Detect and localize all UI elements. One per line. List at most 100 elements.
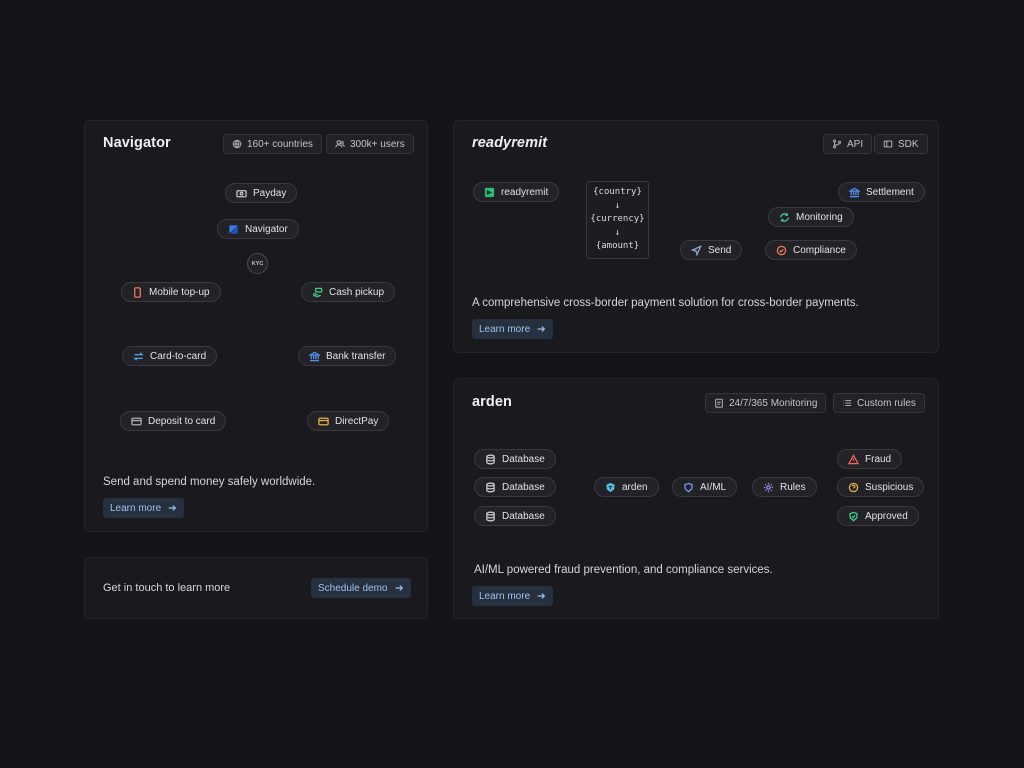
navigator-node: Navigator [217, 219, 299, 239]
send-label: Send [708, 244, 732, 256]
arden-title: arden [472, 394, 512, 410]
aiml-node: AI/ML [672, 477, 738, 497]
arden-card [453, 378, 939, 619]
arden-learn-more-button[interactable]: Learn more [472, 586, 554, 606]
sdk-badge: SDK [874, 134, 928, 154]
settlement-node: Settlement [838, 182, 925, 202]
database-node-1: Database [474, 449, 556, 469]
navigator-learn-more-button[interactable]: Learn more [103, 498, 185, 518]
code-amount: {amount} [595, 241, 640, 252]
users-badge: 300k+ users [326, 134, 414, 154]
arrow-right-icon [537, 326, 546, 332]
navigator-card [84, 120, 428, 532]
bank-icon [849, 187, 860, 197]
check-circle-icon [776, 245, 787, 255]
kyc-node: KYC [247, 253, 268, 274]
database-icon [486, 482, 495, 492]
monitoring-node: Monitoring [768, 207, 854, 227]
shield-icon [684, 482, 693, 492]
bank-transfer-label: Bank transfer [326, 350, 386, 362]
arden-logo-icon [606, 482, 615, 492]
navigator-learn-more-label: Learn more [110, 502, 162, 514]
branch-icon [832, 139, 842, 149]
code-arrow-2: ↓ [614, 227, 621, 238]
rules-label: Rules [780, 481, 806, 493]
approved-node: Approved [837, 506, 919, 526]
warning-icon [848, 453, 859, 464]
readyremit-node: readyremit [473, 182, 560, 202]
arrow-right-icon [537, 593, 546, 599]
users-badge-label: 300k+ users [350, 138, 405, 150]
database-1-label: Database [502, 453, 545, 465]
phone-icon [134, 286, 141, 298]
fraud-label: Fraud [865, 453, 892, 465]
navigator-title: Navigator [103, 135, 171, 151]
compliance-label: Compliance [793, 244, 846, 256]
database-2-label: Database [502, 481, 545, 493]
readyremit-learn-more-label: Learn more [479, 323, 531, 335]
payday-label: Payday [253, 187, 287, 199]
users-icon [335, 140, 345, 148]
schedule-demo-button[interactable]: Schedule demo [311, 578, 411, 598]
settlement-label: Settlement [866, 186, 914, 198]
directpay-label: DirectPay [335, 415, 379, 427]
package-icon [883, 140, 893, 148]
schedule-demo-label: Schedule demo [318, 582, 388, 594]
cash-pickup-label: Cash pickup [329, 286, 385, 298]
custom-rules-badge-label: Custom rules [857, 397, 916, 409]
database-icon [486, 454, 495, 464]
countries-badge-label: 160+ countries [247, 138, 313, 150]
card-to-card-node: Card-to-card [122, 346, 218, 366]
bank-icon [309, 351, 320, 361]
readyremit-logo-icon [484, 187, 495, 197]
directpay-node: DirectPay [307, 411, 390, 431]
clipboard-icon [715, 398, 723, 408]
monitoring-label: Monitoring [796, 211, 843, 223]
arrow-right-icon [395, 585, 403, 591]
monitoring-badge: 24/7/365 Monitoring [705, 393, 827, 413]
wallet-icon [318, 417, 329, 425]
card-to-card-label: Card-to-card [150, 350, 207, 362]
gear-icon [763, 482, 774, 492]
bank-transfer-node: Bank transfer [298, 346, 397, 366]
database-icon [486, 511, 495, 521]
payload-code-box: {country} ↓ {currency} ↓ {amount} [586, 181, 649, 259]
api-badge: API [823, 134, 873, 154]
cash-icon [236, 189, 247, 197]
list-icon [843, 399, 852, 407]
code-arrow-1: ↓ [614, 200, 621, 211]
database-node-2: Database [474, 477, 556, 497]
hand-cash-icon [312, 287, 323, 297]
transfer-arrows-icon [133, 351, 144, 361]
sdk-badge-label: SDK [898, 138, 919, 150]
approved-label: Approved [865, 510, 908, 522]
arrow-right-icon [168, 505, 177, 511]
arden-node: arden [594, 477, 659, 497]
shield-check-icon [849, 511, 858, 521]
question-icon [848, 482, 859, 492]
suspicious-node: Suspicious [837, 477, 925, 497]
arden-description: AI/ML powered fraud prevention, and comp… [474, 564, 773, 576]
send-node: Send [680, 240, 743, 260]
readyremit-learn-more-button[interactable]: Learn more [472, 319, 554, 339]
credit-card-icon [131, 417, 142, 425]
readyremit-node-label: readyremit [501, 186, 549, 198]
countries-badge: 160+ countries [223, 134, 322, 154]
mobile-topup-node: Mobile top-up [121, 282, 221, 302]
payday-node: Payday [225, 183, 298, 203]
cash-pickup-node: Cash pickup [301, 282, 396, 302]
monitoring-badge-label: 24/7/365 Monitoring [729, 397, 818, 409]
navigator-description: Send and spend money safely worldwide. [103, 476, 316, 488]
readyremit-description: A comprehensive cross-border payment sol… [472, 297, 859, 309]
arden-node-label: arden [622, 481, 648, 493]
globe-icon [232, 139, 242, 149]
compliance-node: Compliance [765, 240, 857, 260]
code-currency: {currency} [590, 214, 645, 225]
aiml-label: AI/ML [700, 481, 727, 493]
readyremit-title: readyremit [472, 135, 548, 151]
fraud-node: Fraud [837, 449, 903, 469]
deposit-to-card-label: Deposit to card [148, 415, 216, 427]
mobile-topup-label: Mobile top-up [149, 286, 210, 298]
custom-rules-badge: Custom rules [833, 393, 925, 413]
refresh-icon [780, 212, 789, 222]
